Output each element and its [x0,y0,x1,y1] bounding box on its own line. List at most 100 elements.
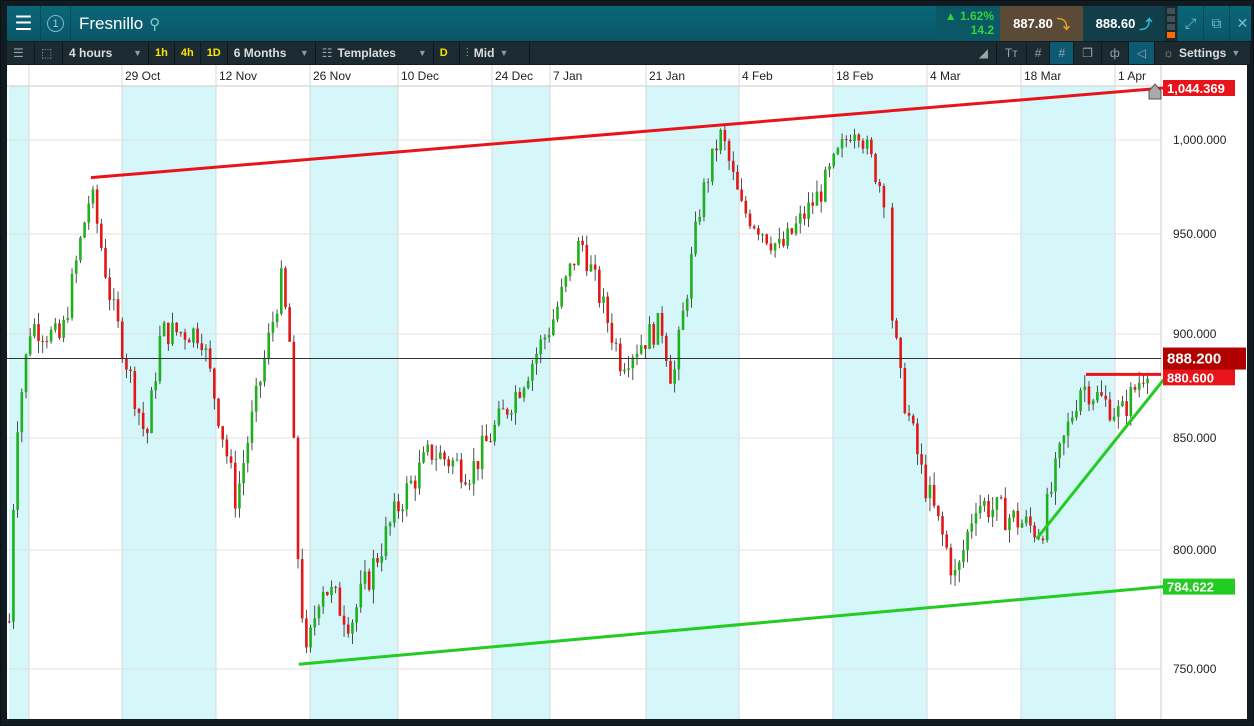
candle-body [1087,386,1091,405]
interval-dropdown[interactable]: 4 hours ▼ [63,42,149,64]
candle-body [589,264,593,272]
week-band [310,86,398,719]
x-tick-label: 26 Nov [313,69,351,83]
settings-dropdown[interactable]: ☼ Settings ▼ [1155,42,1251,64]
candle-body [271,322,275,333]
chevron-down-icon: ▼ [133,48,142,58]
candle-body [761,234,764,236]
candle-body [648,324,651,349]
candle-body [1104,395,1108,400]
text-tool-icon[interactable]: Tт [997,42,1027,64]
search-icon[interactable]: ⚲ [149,15,160,33]
candle-body [819,191,823,202]
candle-body [560,286,563,307]
candle-body [736,171,739,190]
chart-canvas[interactable]: 29 Oct 12 Nov 26 Nov 10 Dec 24 Dec 7 Jan 21 Ja… [7,65,1247,719]
candle-body [840,139,844,149]
price-chart[interactable]: 29 Oct 12 Nov 26 Nov 10 Dec 24 Dec 7 Jan 21 Ja… [7,65,1247,719]
candle-body [673,369,676,384]
close-icon[interactable]: ✕ [1229,6,1254,41]
y-tick-label: 1,000.000 [1173,133,1227,147]
lower-trendline-label: 784.622 [1167,580,1214,595]
arrow-down-icon: ⤵ [1056,17,1070,32]
crosshair-icon[interactable]: ф [1102,42,1129,64]
candle-body [300,559,304,619]
candle-body [752,226,756,229]
candle-body [376,558,379,563]
candle-body [970,523,974,532]
candle-body [874,154,877,183]
candle-body [987,500,990,518]
candle-body [991,509,995,518]
candle-body [811,202,815,206]
candle-body [1121,401,1124,407]
candle-body [635,353,639,358]
grid-icon[interactable]: # [1027,42,1051,64]
candle-body [853,134,856,141]
candle-body [493,424,497,442]
candle-body [1024,516,1028,524]
expand-icon[interactable]: ⤢ [1177,6,1203,41]
drawing-tool-icon[interactable]: ◢ [971,42,997,64]
candle-body [1116,406,1120,417]
candle-body [677,329,681,370]
candle-body [1096,392,1099,401]
candle-body [518,391,522,398]
d-button[interactable]: D [434,42,460,64]
price-tag-icon[interactable]: ◁ [1128,42,1155,64]
candle-body [489,441,492,443]
candle-body [116,299,120,322]
signal-strength-indicator [1165,6,1177,41]
price-type-dropdown[interactable]: ⫶ Mid ▼ [460,42,530,64]
candle-body [606,296,610,323]
sell-button[interactable]: 887.80 ⤵ [1000,6,1083,41]
candle-body [305,618,308,648]
candle-body [342,615,346,625]
candle-body [74,260,78,274]
candle-body [1100,392,1103,396]
candle-body [627,368,630,370]
candle-body [556,306,559,320]
interval-4h-button[interactable]: 4h [175,42,201,64]
templates-dropdown[interactable]: ☷ Templates ▼ [316,42,434,64]
candle-body [1058,443,1061,459]
candle-body [1146,378,1149,384]
interval-1d-button[interactable]: 1D [201,42,228,64]
candle-body [95,189,99,224]
popout-icon[interactable]: ⧉ [1203,6,1229,41]
candle-body [91,189,95,204]
buy-button[interactable]: 888.60 ⤴ [1083,6,1165,41]
grid-edit-icon[interactable]: # [1050,42,1075,64]
candle-body [593,264,597,270]
instrument-number-badge[interactable]: 1 [41,6,71,41]
candle-body [120,321,124,359]
candle-body [246,442,250,464]
candle-body [326,592,329,596]
change-absolute: 14.2 [970,23,994,37]
candle-body [731,160,735,172]
candle-body [83,222,86,238]
candle-body [12,509,15,622]
candle-body [857,134,861,141]
candle-body [1137,382,1141,390]
menu-button[interactable]: ☰ [7,6,41,41]
list-icon[interactable]: ☰ [7,42,35,64]
candle-body [572,263,576,266]
layers-icon[interactable]: ❐ [1074,42,1102,64]
candle-body [1133,387,1137,390]
candle-body [656,313,660,345]
candle-body [539,339,543,354]
range-dropdown[interactable]: 6 Months ▼ [228,42,316,64]
chevron-down-icon: ▼ [417,48,427,58]
x-tick-label: 24 Dec [495,69,533,83]
interval-1h-button[interactable]: 1h [149,42,175,64]
candle-body [476,461,480,470]
candle-body [702,182,706,217]
candle-body [957,561,961,571]
candle-body [1041,538,1045,541]
candle-body [154,381,158,391]
candle-body [962,550,965,562]
layout-icon[interactable]: ⬚ [35,42,63,64]
candle-body [1003,497,1007,531]
candle-body [351,622,354,634]
